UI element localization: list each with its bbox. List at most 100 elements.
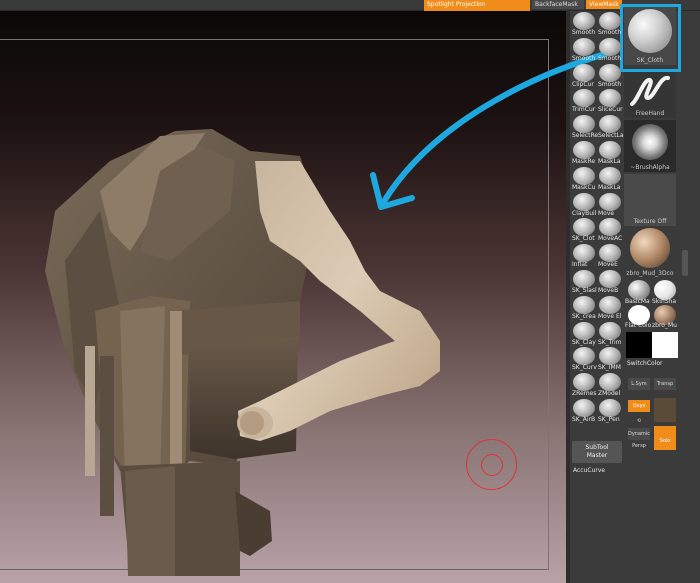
dynamic-button[interactable]: Dynamic [628,428,650,440]
switch-color-button[interactable]: SwitchColor [627,360,677,367]
brush-masklasso-2[interactable]: MaskLa [598,166,622,191]
character-model [45,129,440,576]
brush-move-elastic-icon [599,295,621,314]
brush-label: Move [598,209,615,217]
material-tile[interactable]: zbro_Mud_3Dco [624,226,676,278]
brush-smooth-5[interactable]: Smooth [598,63,622,88]
brush-smooth-2[interactable]: Smooth [598,12,622,36]
brush-sk-clay-icon [573,321,595,340]
brush-smooth-1[interactable]: Smooth [572,12,596,36]
brush-label: SK_Slasl [572,287,597,294]
brush-label: MaskCu [572,183,596,191]
brush-maskcurve[interactable]: MaskCu [572,166,596,191]
stroke-label: FreeHand [635,110,665,117]
texture-tile[interactable]: Texture Off [624,174,676,226]
brush-move-icon [599,192,621,211]
brush-clipcurve-icon [573,63,595,82]
brush-sk-cloth[interactable]: SK_Clot [572,218,596,242]
brush-selectlasso-icon [599,115,621,134]
brush-label: Smooth [572,29,596,36]
accucurve-toggle[interactable]: AccuCurve [570,466,624,476]
brush-sk-curve-icon [573,347,595,366]
brush-sk-cloth-icon [573,218,595,237]
brush-claybuildup[interactable]: ClayBuil [572,192,596,217]
spotlight-projection-button[interactable]: Spotlight Projection [424,0,530,9]
brush-label: Smooth [598,29,622,36]
xyz-symmetry-button[interactable]: Qxyz [628,400,650,412]
brush-label: ZRemes [572,390,597,398]
brush-selectlasso[interactable]: SelectLa [598,115,624,139]
persp-button[interactable]: Persp [628,440,650,452]
brush-sk-trim[interactable]: SK_Trim [598,321,622,346]
brush-selectrect[interactable]: SelectRe [572,115,598,139]
flat-color-material-label: Flat Colo [625,322,651,329]
brush-maskrect[interactable]: MaskRe [572,141,596,165]
brush-trimcurve[interactable]: TrimCur [572,89,596,113]
brush-label: SK_Pen [598,416,620,423]
alpha-label: ~BrushAlpha [630,164,670,171]
brush-label: MoveB [598,287,619,294]
brush-sk-curve[interactable]: SK_Curv [572,347,597,371]
brush-move[interactable]: Move [598,192,622,217]
brush-moveac[interactable]: MoveAC [598,218,622,242]
tray-scrollbar[interactable] [682,250,688,276]
backface-mask-button[interactable]: BackfaceMask [532,0,584,9]
stroke-tile[interactable]: FreeHand [624,72,676,118]
brush-sk-slash[interactable]: SK_Slasl [572,270,597,294]
brush-zremesh[interactable]: ZRemes [572,373,596,397]
main-color-swatch[interactable] [626,332,652,358]
brush-sk-crease[interactable]: SK_crea [572,295,596,320]
brush-label: Smooth [598,80,622,88]
brush-clipcurve[interactable]: ClipCur [572,63,596,88]
lsym-button[interactable]: L.Sym [628,378,650,390]
transp-button[interactable]: Transp [654,378,676,390]
brush-inflate[interactable]: Inflat [572,244,596,268]
brush-sk-pen-icon [599,399,621,417]
brush-maskrect-icon [573,141,595,159]
skin-shade-material-icon[interactable] [654,280,676,300]
brush-label: Inflat [572,261,588,269]
skin-shade-material-label: SkinSha [652,298,677,305]
brush-label: Smooth [572,54,596,62]
brush-sk-trim-icon [599,321,621,340]
brush-label: ClayBuil [572,209,597,217]
brush-label: MaskLa [598,158,621,165]
mud-material-label: zbro_Mu [652,322,677,329]
brush-slicecurve[interactable]: SliceCur [598,89,623,113]
basic-material-icon[interactable] [628,280,650,300]
secondary-color-swatch[interactable] [652,332,678,358]
solo-button[interactable]: Solo [654,426,676,450]
floor-toggle-button[interactable] [654,398,676,422]
brush-sk-imm[interactable]: SK_IMM [598,347,622,371]
basic-material-label: BasicMa [625,298,650,305]
view-mask-button[interactable]: ViewMask [586,0,622,9]
brush-label: SelectLa [598,132,624,140]
local-transform-icon[interactable]: ⟲ [628,415,650,427]
brush-label: SK_IMM [598,364,621,372]
brush-zremesh-icon [573,373,595,392]
brush-label: MaskRe [572,158,596,165]
brush-moveb[interactable]: MoveB [598,270,622,294]
brush-sk-clay[interactable]: SK_Clay [572,321,596,346]
brush-label: SK_Clot [572,235,595,243]
brush-claybuildup-icon [573,192,595,211]
alpha-tile[interactable]: ~BrushAlpha [624,120,676,172]
brush-label: MoveE [598,261,618,269]
brush-masklasso[interactable]: MaskLa [598,141,622,165]
brush-alpha-icon [632,124,668,160]
brush-zmodeler[interactable]: ZModel [598,373,622,397]
brush-movee[interactable]: MoveE [598,244,622,268]
brush-label: MaskLa [598,183,621,191]
canvas-viewport[interactable] [0,11,566,583]
subtool-master-button[interactable]: SubTool Master [572,441,622,463]
brush-moveb-icon [599,270,621,288]
brush-maskcurve-icon [573,166,595,185]
brush-sk-airbrush[interactable]: SK_AirB [572,399,596,423]
brush-move-elastic[interactable]: Move El [598,295,622,320]
top-toolbar: Spotlight Projection BackfaceMask ViewMa… [0,0,700,11]
brush-movee-icon [599,244,621,263]
brush-smooth-3[interactable]: Smooth [572,37,596,62]
brush-sk-pen[interactable]: SK_Pen [598,399,622,423]
brush-smooth-4-icon [599,37,621,56]
brush-smooth-4[interactable]: Smooth [598,37,622,62]
